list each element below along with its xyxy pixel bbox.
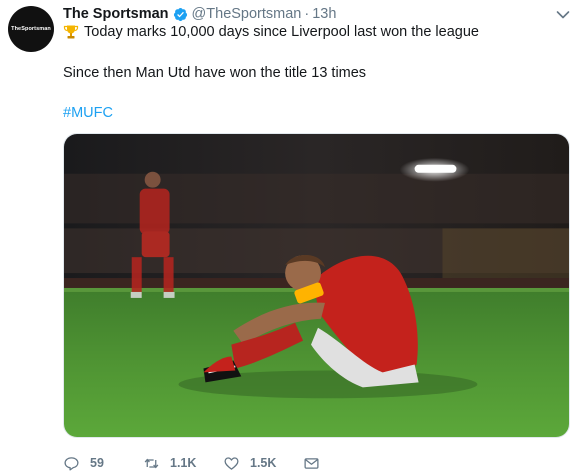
hashtag-link[interactable]: #MUFC [63, 105, 113, 121]
reply-count: 59 [90, 456, 104, 470]
heart-icon [224, 456, 239, 470]
avatar[interactable]: TheSportsman [8, 6, 54, 52]
reply-button[interactable]: 59 [63, 455, 143, 472]
retweet-icon [144, 458, 159, 468]
tweet-photo[interactable] [63, 133, 570, 438]
verified-badge-icon [173, 7, 187, 21]
author-name[interactable]: The Sportsman [63, 6, 169, 22]
separator-dot: · [304, 6, 310, 22]
timestamp[interactable]: 13h [312, 6, 336, 22]
tweet-header: The Sportsman @TheSportsman · 13h [63, 4, 336, 24]
tweet-text-line-1: Today marks 10,000 days since Liverpool … [63, 22, 479, 42]
retweet-button[interactable]: 1.1K [143, 455, 223, 472]
tweet-text-line-1-text: Today marks 10,000 days since Liverpool … [84, 24, 479, 40]
like-button[interactable]: 1.5K [223, 455, 303, 472]
author-handle[interactable]: @TheSportsman [192, 6, 302, 22]
photo-image [64, 134, 569, 437]
tweet-card: TheSportsman The Sportsman @TheSportsman… [0, 0, 582, 475]
trophy-icon [63, 25, 79, 39]
chevron-down-icon[interactable] [556, 10, 570, 20]
retweet-count: 1.1K [170, 456, 197, 470]
direct-message-button[interactable] [303, 455, 330, 472]
envelope-icon [304, 457, 319, 469]
avatar-logo-text: TheSportsman [11, 26, 51, 32]
tweet-text-line-2: Since then Man Utd have won the title 13… [63, 65, 367, 81]
action-bar: 59 1.1K 1.5K [63, 452, 330, 474]
like-count: 1.5K [250, 456, 277, 470]
reply-icon [64, 456, 79, 471]
